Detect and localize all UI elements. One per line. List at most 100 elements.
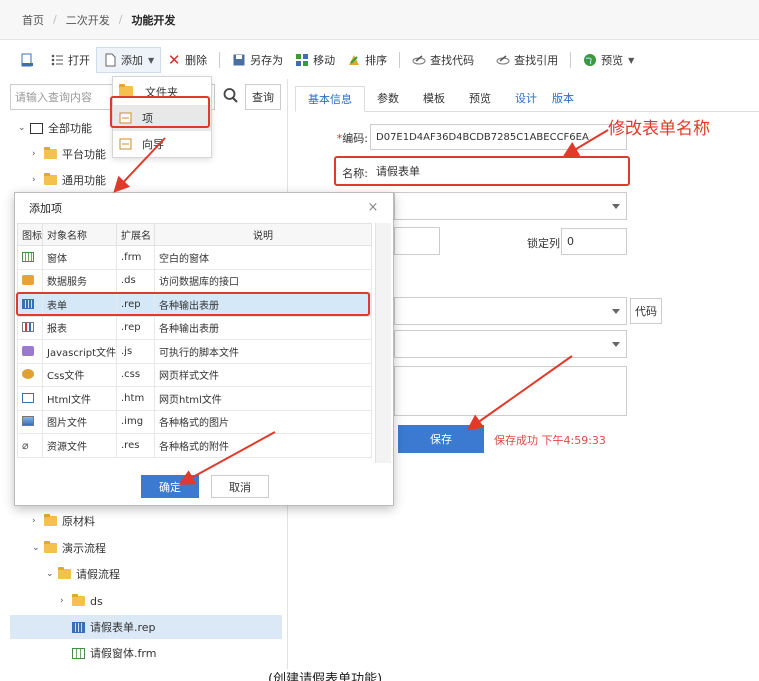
find-ref-button[interactable]: 查找引用 xyxy=(490,47,564,73)
table-row[interactable]: 图片文件 .img 各种格式的图片 xyxy=(17,409,372,434)
search-icon[interactable] xyxy=(222,86,240,106)
tree-toggle-button[interactable] xyxy=(14,47,44,73)
row-name: Javascript文件 xyxy=(42,339,117,364)
chevron-down-icon: ⌄ xyxy=(46,569,54,579)
sort-button[interactable]: 排序 xyxy=(341,47,393,73)
cancel-button[interactable]: 取消 xyxy=(211,475,269,498)
delete-label: 删除 xyxy=(185,54,208,67)
save-as-label: 另存为 xyxy=(250,54,284,67)
sort-label: 排序 xyxy=(365,54,388,67)
code-label: *编码: xyxy=(336,132,368,145)
ok-button[interactable]: 确定 xyxy=(141,475,199,498)
row-desc: 空白的窗体 xyxy=(154,245,372,270)
tree-item-label: 平台功能 xyxy=(62,148,106,161)
tab-basic-info[interactable]: 基本信息 xyxy=(295,86,365,112)
globe-icon xyxy=(583,53,597,67)
breadcrumb: 首页 / 二次开发 / 功能开发 xyxy=(0,0,759,40)
lock-field[interactable]: 0 xyxy=(561,228,627,255)
highlight-box-menu-item xyxy=(110,96,210,128)
find-code-button[interactable]: 查找代码 xyxy=(406,47,480,73)
table-row[interactable]: 窗体 .frm 空白的窗体 xyxy=(17,245,372,270)
find-icon xyxy=(496,53,510,67)
tree-item-label: 请假流程 xyxy=(76,568,120,581)
scrollbar[interactable] xyxy=(375,223,391,463)
row-name: 资源文件 xyxy=(42,433,117,458)
tree-item-leave-form-frm[interactable]: 请假窗体.frm xyxy=(72,641,156,665)
close-icon[interactable]: × xyxy=(365,200,381,216)
form-icon xyxy=(72,647,85,659)
chevron-down-icon: ▼ xyxy=(148,55,155,65)
preview-button[interactable]: 预览 ▼ xyxy=(577,47,640,73)
folder-icon xyxy=(44,514,57,526)
breadcrumb-level2[interactable]: 二次开发 xyxy=(66,12,110,28)
column-header-name: 对象名称 xyxy=(42,223,117,246)
row-ext: .htm xyxy=(116,386,155,411)
menu-item-wizard[interactable]: 向导 xyxy=(113,131,211,157)
form-icon xyxy=(22,251,34,262)
table-row[interactable]: Javascript文件 .js 可执行的脚本文件 xyxy=(17,339,372,364)
chevron-right-icon: › xyxy=(32,149,36,159)
find-code-label: 查找代码 xyxy=(430,54,475,67)
tab-version[interactable]: 版本 xyxy=(549,85,577,111)
search-button[interactable]: 查询 xyxy=(245,84,281,110)
row-name: Html文件 xyxy=(42,386,117,411)
chevron-right-icon: › xyxy=(32,175,36,185)
table-row[interactable]: ⌀ 资源文件 .res 各种格式的附件 xyxy=(17,433,372,458)
tree-item-leave-form-rep[interactable]: 请假表单.rep xyxy=(10,615,282,639)
code-button[interactable]: 代码 xyxy=(630,298,662,324)
caret-down-icon xyxy=(612,309,620,314)
row-desc: 可执行的脚本文件 xyxy=(154,339,372,364)
save-as-button[interactable]: 另存为 xyxy=(226,47,289,73)
row-desc: 网页html文件 xyxy=(154,386,372,411)
tab-preview[interactable]: 预览 xyxy=(457,85,503,111)
breadcrumb-home[interactable]: 首页 xyxy=(22,12,44,28)
width-field[interactable] xyxy=(394,227,440,255)
tree-item-demo-flow[interactable]: ⌄ 演示流程 xyxy=(32,536,106,560)
row-desc: 网页样式文件 xyxy=(154,362,372,387)
tree-item-root[interactable]: ⌄ 全部功能 xyxy=(18,116,92,140)
remark-textarea[interactable] xyxy=(394,366,627,416)
grid-icon xyxy=(30,122,43,134)
preview-label: 预览 xyxy=(601,54,624,67)
script-icon xyxy=(22,345,34,356)
tree-item-raw-material[interactable]: › 原材料 xyxy=(32,509,95,533)
annotation-text: 修改表单名称 xyxy=(608,119,710,139)
tab-template[interactable]: 模板 xyxy=(411,85,457,111)
toolbar-divider xyxy=(219,52,221,68)
table-row[interactable]: 报表 .rep 各种输出表册 xyxy=(17,315,372,340)
chevron-down-icon: ⌄ xyxy=(18,123,26,133)
code-field[interactable]: D07E1D4AF36D4BCDB7285C1ABECCF6EA xyxy=(370,124,627,150)
tab-design[interactable]: 设计 xyxy=(503,85,549,111)
add-button[interactable]: 添加 ▼ xyxy=(96,47,162,73)
database-icon xyxy=(22,275,34,286)
open-button[interactable]: 打开 xyxy=(44,47,96,73)
save-button[interactable]: 保存 xyxy=(398,425,484,453)
tree-item-general[interactable]: › 通用功能 xyxy=(32,168,106,192)
lock-label: 锁定列 xyxy=(527,237,560,250)
tree-item-label: 演示流程 xyxy=(62,542,106,555)
chevron-right-icon: › xyxy=(60,596,64,606)
row-desc: 各种格式的附件 xyxy=(154,433,372,458)
toolbar-divider xyxy=(399,52,401,68)
tree-item-ds[interactable]: › ds xyxy=(60,589,103,613)
option2-select[interactable] xyxy=(394,330,627,358)
toolbar-divider xyxy=(570,52,572,68)
row-ext: .img xyxy=(116,409,155,434)
dialog-title: 添加项 xyxy=(29,202,62,215)
row-ext: .js xyxy=(116,339,155,364)
row-name: 报表 xyxy=(42,315,117,340)
tree-item-platform[interactable]: › 平台功能 xyxy=(32,142,106,166)
menu-item-label: 向导 xyxy=(142,138,164,151)
delete-button[interactable]: ✕ 删除 xyxy=(161,47,213,73)
table-row[interactable]: 数据服务 .ds 访问数据库的接口 xyxy=(17,268,372,293)
list-icon xyxy=(50,53,64,67)
option-select[interactable] xyxy=(394,297,627,325)
tree-item-leave-flow[interactable]: ⌄ 请假流程 xyxy=(46,562,120,586)
type-select[interactable] xyxy=(394,192,627,220)
add-label: 添加 xyxy=(121,54,143,67)
table-row[interactable]: Css文件 .css 网页样式文件 xyxy=(17,362,372,387)
tab-params[interactable]: 参数 xyxy=(365,85,411,111)
move-button[interactable]: 移动 xyxy=(289,47,341,73)
table-row[interactable]: Html文件 .htm 网页html文件 xyxy=(17,386,372,411)
row-ext: .rep xyxy=(116,315,155,340)
